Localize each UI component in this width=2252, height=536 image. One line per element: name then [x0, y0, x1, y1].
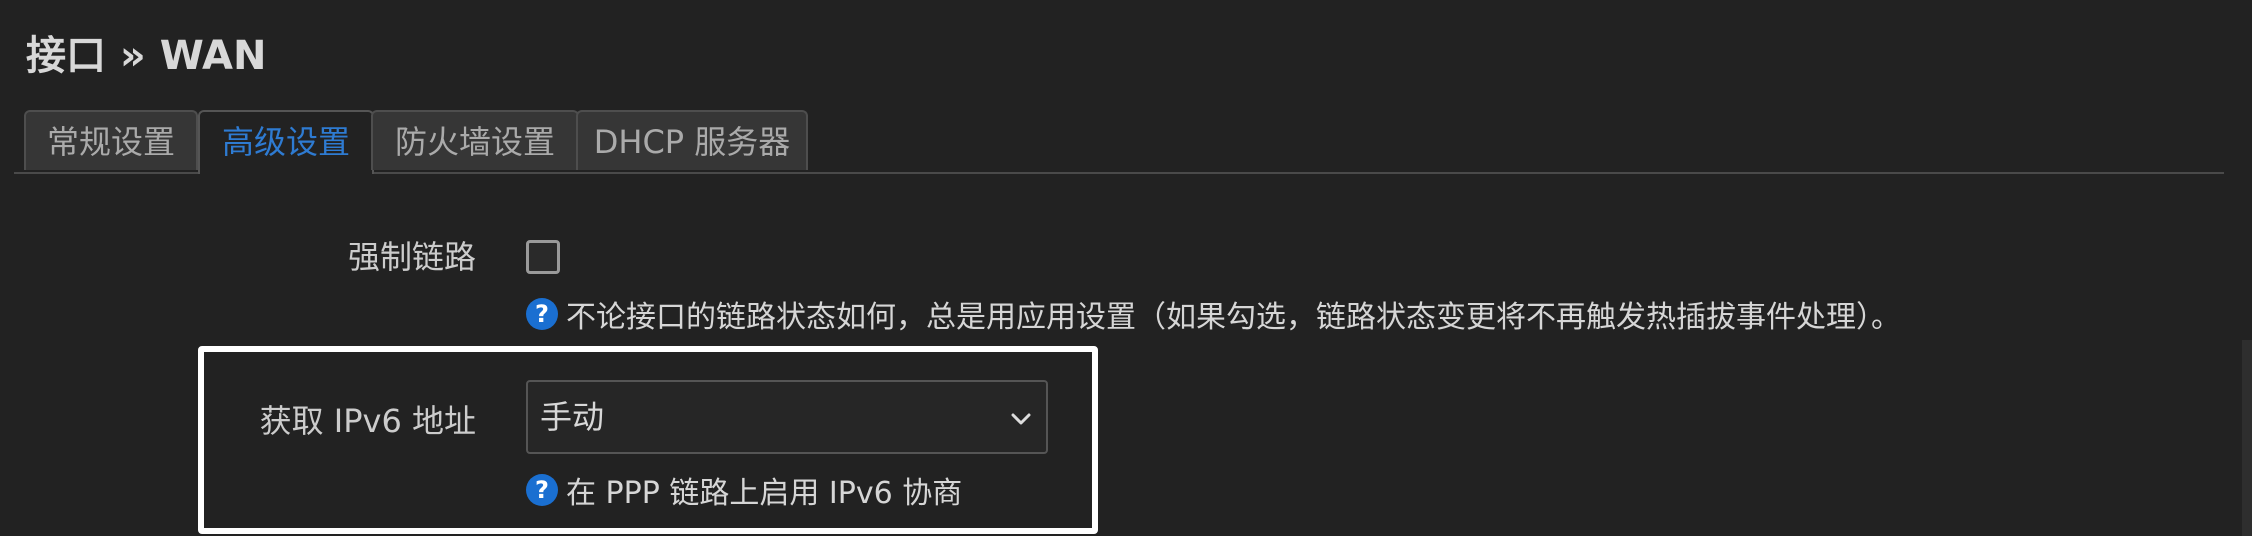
force-link-help: ? 不论接口的链路状态如何，总是用应用设置（如果勾选，链路状态变更将不再触发热插… — [526, 292, 1901, 336]
page-title: 接口 » WAN — [26, 33, 267, 79]
force-link-checkbox[interactable] — [526, 240, 560, 274]
help-icon: ? — [526, 474, 558, 506]
tab-dhcp-server[interactable]: DHCP 服务器 — [576, 110, 808, 170]
help-icon: ? — [526, 298, 558, 330]
ipv6-select-value: 手动 — [540, 398, 605, 436]
tab-advanced-settings[interactable]: 高级设置 — [198, 110, 374, 174]
tab-general-settings[interactable]: 常规设置 — [24, 110, 198, 170]
ipv6-select[interactable]: 手动 — [526, 380, 1048, 454]
tab-bar: 常规设置 高级设置 防火墙设置 DHCP 服务器 — [14, 110, 2224, 174]
ipv6-help: ? 在 PPP 链路上启用 IPv6 协商 — [526, 468, 962, 512]
chevron-down-icon — [1011, 413, 1031, 425]
force-link-help-text: 不论接口的链路状态如何，总是用应用设置（如果勾选，链路状态变更将不再触发热插拔事… — [566, 300, 1901, 335]
ipv6-help-text: 在 PPP 链路上启用 IPv6 协商 — [566, 476, 963, 511]
tab-firewall-settings[interactable]: 防火墙设置 — [371, 110, 579, 170]
scrollbar-track[interactable] — [2242, 340, 2252, 536]
ipv6-label: 获取 IPv6 地址 — [259, 402, 476, 440]
force-link-label: 强制链路 — [347, 238, 476, 276]
